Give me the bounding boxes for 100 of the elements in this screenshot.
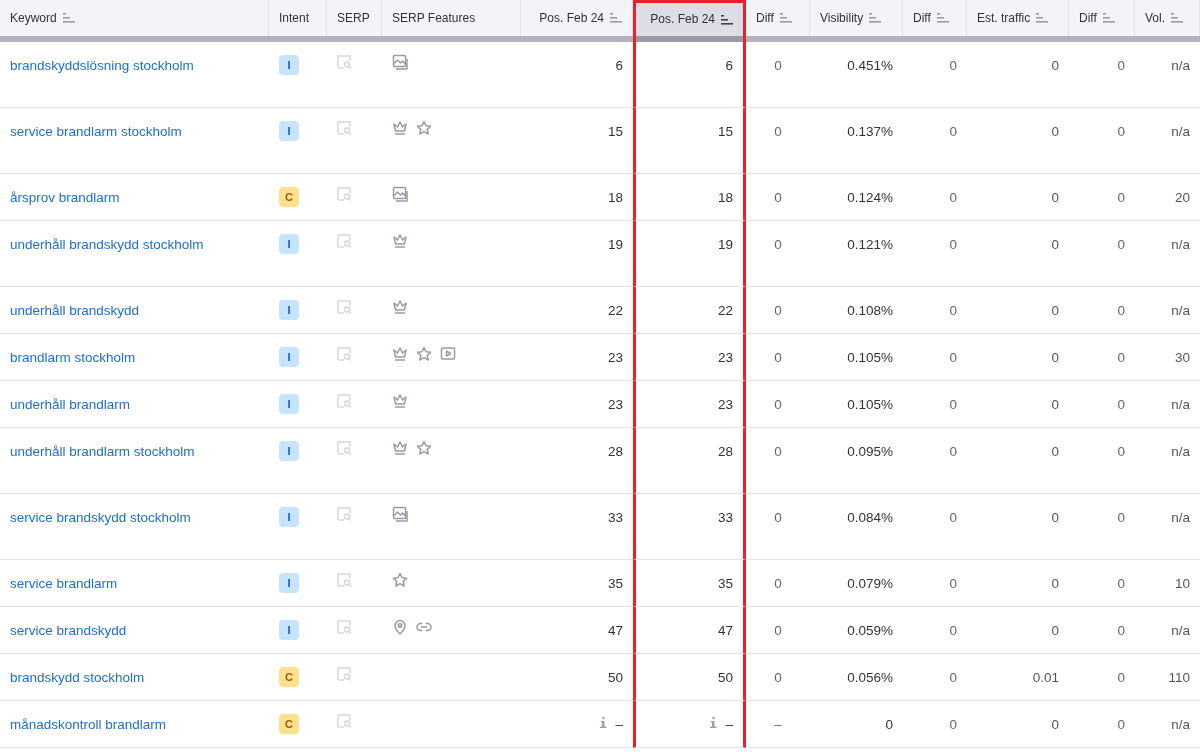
traffic-value: 0 xyxy=(1051,57,1059,74)
volume-value: 20 xyxy=(1174,189,1190,206)
position-diff: 0 xyxy=(774,57,782,74)
visibility-value: 0.079% xyxy=(847,575,893,592)
volume-value: n/a xyxy=(1171,302,1190,319)
traffic-diff: 0 xyxy=(1117,236,1125,253)
keyword-link[interactable]: service brandlarm xyxy=(10,575,118,592)
intent-badge: C xyxy=(279,187,299,207)
visibility-diff: 0 xyxy=(949,575,957,592)
volume-value: n/a xyxy=(1171,716,1190,733)
position-value: 6 xyxy=(615,57,623,74)
keyword-link[interactable]: årsprov brandlarm xyxy=(10,189,120,206)
keyword-link[interactable]: service brandlarm stockholm xyxy=(10,123,182,140)
position-value: 15 xyxy=(607,123,623,140)
traffic-diff: 0 xyxy=(1117,349,1125,366)
visibility-diff: 0 xyxy=(949,622,957,639)
serp-preview-icon[interactable] xyxy=(337,507,352,521)
column-header[interactable]: Intent xyxy=(269,0,327,36)
position-value: – xyxy=(615,716,623,733)
visibility-diff: 0 xyxy=(949,669,957,686)
position-value: 33 xyxy=(607,509,623,526)
serp-preview-icon[interactable] xyxy=(337,667,352,681)
traffic-diff: 0 xyxy=(1117,575,1125,592)
traffic-value: 0 xyxy=(1051,396,1059,413)
serp-preview-icon[interactable] xyxy=(337,394,352,408)
position-value: 50 xyxy=(607,669,623,686)
position-value: 23 xyxy=(607,396,623,413)
column-header[interactable]: Est. traffic xyxy=(967,0,1069,36)
visibility-diff: 0 xyxy=(949,396,957,413)
volume-value: n/a xyxy=(1171,236,1190,253)
traffic-diff: 0 xyxy=(1117,302,1125,319)
visibility-diff: 0 xyxy=(949,302,957,319)
keyword-link[interactable]: brandskyddslösning stockholm xyxy=(10,57,194,74)
volume-value: n/a xyxy=(1171,123,1190,140)
keyword-link[interactable]: underhåll brandlarm xyxy=(10,396,131,413)
volume-value: 110 xyxy=(1168,669,1190,686)
column-header[interactable]: Visibility xyxy=(810,0,903,36)
intent-badge: C xyxy=(279,714,299,734)
visibility-value: 0.121% xyxy=(847,236,893,253)
column-header[interactable]: SERP Features xyxy=(382,0,521,36)
traffic-diff: 0 xyxy=(1117,123,1125,140)
traffic-value: 0 xyxy=(1051,716,1059,733)
intent-badge: I xyxy=(279,300,299,320)
column-header[interactable]: Keyword xyxy=(0,0,269,36)
visibility-value: 0.137% xyxy=(847,123,893,140)
position-diff: 0 xyxy=(774,189,782,206)
serp-preview-icon[interactable] xyxy=(337,55,352,69)
position-value: 35 xyxy=(717,575,733,592)
visibility-value: 0.105% xyxy=(847,349,893,366)
keyword-link[interactable]: underhåll brandskydd xyxy=(10,302,140,319)
volume-value: n/a xyxy=(1171,622,1190,639)
intent-badge: I xyxy=(279,620,299,640)
sort-icon[interactable] xyxy=(721,14,733,25)
position-value: 15 xyxy=(717,123,733,140)
position-diff: 0 xyxy=(774,236,782,253)
visibility-diff: 0 xyxy=(949,189,957,206)
visibility-value: 0.056% xyxy=(847,669,893,686)
keyword-link[interactable]: service brandskydd stockholm xyxy=(10,509,191,526)
info-icon[interactable] xyxy=(709,716,718,729)
intent-badge: I xyxy=(279,121,299,141)
serp-preview-icon[interactable] xyxy=(337,347,352,361)
position-diff: 0 xyxy=(774,349,782,366)
keyword-link[interactable]: underhåll brandlarm stockholm xyxy=(10,443,195,460)
column-header[interactable]: Pos. Feb 24 xyxy=(633,0,746,36)
keyword-link[interactable]: brandlarm stockholm xyxy=(10,349,136,366)
position-diff: 0 xyxy=(774,123,782,140)
serp-preview-icon[interactable] xyxy=(337,441,352,455)
serp-preview-icon[interactable] xyxy=(337,714,352,728)
volume-value: 30 xyxy=(1174,349,1190,366)
info-icon[interactable] xyxy=(599,716,608,729)
position-value: 23 xyxy=(607,349,623,366)
serp-preview-icon[interactable] xyxy=(337,300,352,314)
visibility-value: 0 xyxy=(885,716,893,733)
column-header[interactable]: Pos. Feb 24 xyxy=(521,0,633,36)
traffic-value: 0 xyxy=(1051,509,1059,526)
column-header[interactable]: Diff xyxy=(746,0,810,36)
keyword-link[interactable]: underhåll brandskydd stockholm xyxy=(10,236,204,253)
column-header[interactable]: Diff xyxy=(903,0,967,36)
traffic-value: 0 xyxy=(1051,189,1059,206)
serp-preview-icon[interactable] xyxy=(337,187,352,201)
keyword-link[interactable]: service brandskydd xyxy=(10,622,127,639)
volume-value: n/a xyxy=(1171,509,1190,526)
serp-preview-icon[interactable] xyxy=(337,121,352,135)
position-value: 35 xyxy=(607,575,623,592)
visibility-value: 0.105% xyxy=(847,396,893,413)
serp-preview-icon[interactable] xyxy=(337,234,352,248)
serp-preview-icon[interactable] xyxy=(337,573,352,587)
column-header[interactable]: Diff xyxy=(1069,0,1135,36)
volume-value: n/a xyxy=(1171,396,1190,413)
serp-preview-icon[interactable] xyxy=(337,620,352,634)
keyword-link[interactable]: månadskontroll brandlarm xyxy=(10,716,167,733)
visibility-value: 0.124% xyxy=(847,189,893,206)
keyword-link[interactable]: brandskydd stockholm xyxy=(10,669,145,686)
traffic-value: 0.01 xyxy=(1032,669,1059,686)
position-diff: – xyxy=(774,716,782,733)
visibility-diff: 0 xyxy=(949,349,957,366)
column-header[interactable]: SERP xyxy=(327,0,382,36)
column-header[interactable]: Vol. xyxy=(1135,0,1200,36)
intent-badge: I xyxy=(279,55,299,75)
visibility-value: 0.095% xyxy=(847,443,893,460)
